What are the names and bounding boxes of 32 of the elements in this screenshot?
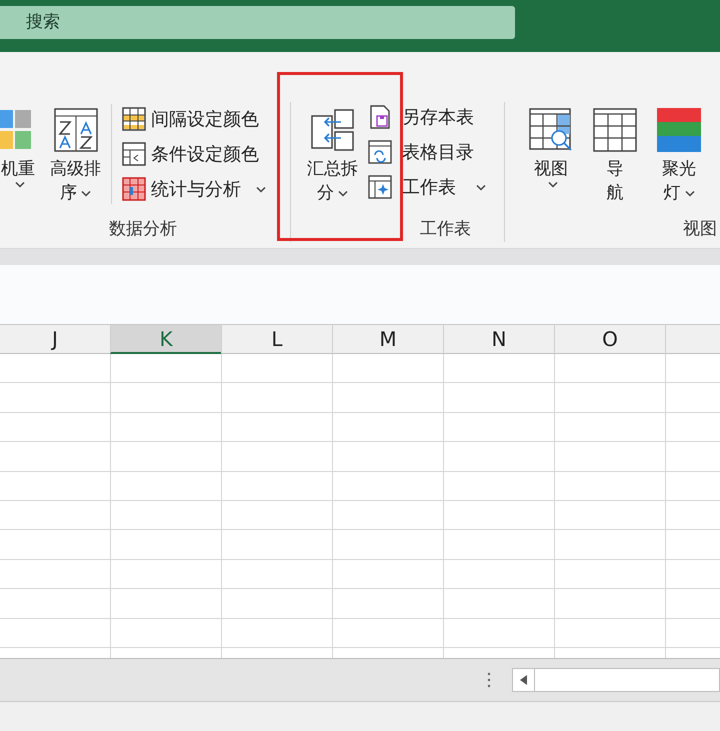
group-label: 数据分析 [109,218,177,241]
ribbon-button[interactable]: 间隔设定颜色 [122,104,266,134]
grid-color-icon [122,107,146,131]
color-bars-icon [657,108,701,152]
color-squares-icon [0,108,31,152]
horizontal-scrollbar[interactable] [512,668,720,692]
ribbon-button[interactable]: 机重 [0,108,40,188]
ribbon-button[interactable]: 高级排 序 [50,108,101,205]
ribbon-button[interactable]: 另存本表 [368,102,486,132]
ribbon-button[interactable]: 工作表 [368,172,486,202]
merge-split-icon [310,108,354,152]
ribbon-button[interactable]: 统计与分析 [122,174,266,204]
table-search-icon [529,108,573,152]
left-triangle-icon [520,675,527,685]
sheet-sparkle-icon [368,175,392,199]
search-field[interactable]: 搜索 [0,6,515,38]
ribbon-button[interactable]: 表格目录 [368,137,486,167]
more-icon[interactable] [487,672,491,688]
ribbon-button[interactable]: 聚光 灯 [657,108,701,205]
save-file-icon [368,105,392,129]
ribbon-button[interactable]: 导 航 [593,108,637,205]
ribbon-button[interactable]: 汇总拆 分 [307,108,358,205]
ribbon-button[interactable]: 视图 [529,108,573,188]
group-label: 视图 [683,218,717,241]
group-label: 工作表 [420,218,471,241]
ribbon-button[interactable]: 条件设定颜色 [122,139,266,169]
column-header[interactable]: K [110,325,221,354]
sort-icon [54,108,98,152]
table-link-icon [368,140,392,164]
table-condition-icon [122,142,146,166]
chart-table-icon [122,177,146,201]
table-icon [593,108,637,152]
